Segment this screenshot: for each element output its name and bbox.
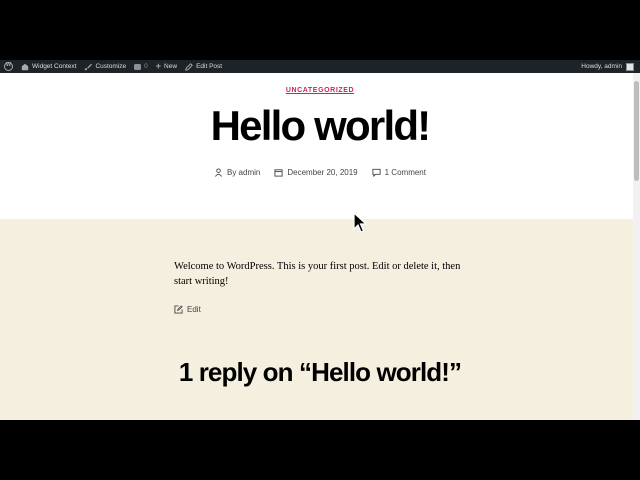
new-content-menu[interactable]: + New — [152, 60, 181, 73]
plus-icon: + — [155, 61, 162, 71]
category-wrapper: UNCATEGORIZED — [0, 79, 640, 97]
paintbrush-icon — [85, 63, 93, 70]
admin-bar: Widget Context Customize 0 + New Edit Po… — [0, 60, 640, 73]
category-link[interactable]: UNCATEGORIZED — [286, 87, 354, 94]
pencil-icon — [185, 62, 193, 71]
user-icon — [214, 168, 223, 177]
browser-viewport: Widget Context Customize 0 + New Edit Po… — [0, 60, 640, 420]
edit-icon — [174, 305, 183, 314]
comment-bubble-icon — [134, 63, 142, 70]
post-author[interactable]: By admin — [214, 168, 260, 177]
mouse-cursor-icon — [353, 212, 367, 233]
edit-label: Edit — [187, 305, 201, 314]
my-account-menu[interactable]: Howdy, admin — [577, 60, 640, 73]
edit-post-link[interactable]: Edit Post — [181, 60, 226, 73]
post-date[interactable]: December 20, 2019 — [274, 168, 358, 177]
wordpress-logo-icon — [4, 62, 13, 71]
video-letterbox-top — [0, 0, 640, 60]
post-comments-link[interactable]: 1 Comment — [372, 168, 426, 177]
site-name-label: Widget Context — [32, 63, 77, 70]
customize-label: Customize — [95, 63, 127, 70]
site-name-menu[interactable]: Widget Context — [17, 60, 80, 73]
avatar — [626, 62, 634, 71]
edit-link[interactable]: Edit — [174, 305, 201, 314]
scrollbar-thumb[interactable] — [634, 81, 639, 181]
comments-count: 0 — [144, 63, 148, 70]
video-letterbox-bottom — [0, 420, 640, 480]
post-body-text: Welcome to WordPress. This is your first… — [174, 261, 461, 287]
edit-post-label: Edit Post — [196, 63, 223, 70]
calendar-icon — [274, 169, 283, 177]
howdy-label: Howdy, admin — [581, 63, 622, 70]
post-meta: By admin December 20, 2019 1 Comment — [0, 168, 640, 177]
dashboard-icon — [21, 63, 29, 70]
customize-link[interactable]: Customize — [80, 60, 130, 73]
post-title: Hello world! — [210, 102, 432, 149]
comments-label: 1 Comment — [384, 168, 426, 177]
date-label: December 20, 2019 — [287, 168, 358, 177]
new-label: New — [164, 63, 178, 70]
entry-header: UNCATEGORIZED Hello world! By admin Dece… — [0, 73, 640, 219]
page-scrollbar[interactable] — [633, 73, 640, 420]
comments-heading: 1 reply on “Hello world!” — [178, 357, 462, 387]
comment-icon — [372, 168, 381, 177]
wp-logo-menu[interactable] — [0, 60, 17, 73]
author-label: By admin — [227, 168, 261, 177]
entry-content: Welcome to WordPress. This is your first… — [0, 219, 640, 420]
comments-link[interactable]: 0 — [130, 60, 152, 73]
